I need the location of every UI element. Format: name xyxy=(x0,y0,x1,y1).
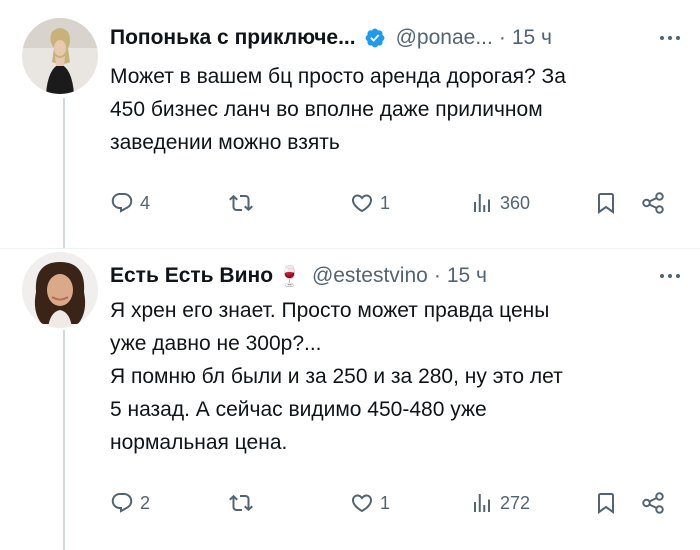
tweet-header: Попонька с приключе... @ponae... · 15 ч xyxy=(110,24,680,52)
timestamp[interactable]: 15 ч xyxy=(447,264,487,288)
views-chart-icon xyxy=(474,194,490,212)
reply-button[interactable]: 4 xyxy=(110,186,150,220)
like-button[interactable]: 1 xyxy=(350,186,390,220)
views-button[interactable]: 272 xyxy=(470,486,530,520)
author-name[interactable]: Попонька с приключе... xyxy=(110,26,356,50)
views-count: 360 xyxy=(500,192,531,213)
wine-glass-emoji: 🍷 xyxy=(277,265,302,288)
thread-connector-line xyxy=(63,330,65,550)
tweet-text: Я хрен его знает. Просто может правда це… xyxy=(110,299,563,454)
reply-count: 2 xyxy=(140,492,151,513)
tweet-header: Есть Есть Вино 🍷 @estestvino · 15 ч xyxy=(110,262,680,290)
heart-icon xyxy=(351,494,373,513)
author-handle[interactable]: @estestvino xyxy=(312,264,428,288)
retweet-icon xyxy=(229,194,253,212)
tweet-actions: 2 1 272 xyxy=(110,486,680,520)
avatar[interactable] xyxy=(22,18,98,94)
bookmark-icon xyxy=(598,493,614,514)
retweet-icon xyxy=(229,494,253,512)
reply-icon xyxy=(111,493,133,513)
like-button[interactable]: 1 xyxy=(350,486,390,520)
reply-button[interactable]: 2 xyxy=(110,486,150,520)
avatar[interactable] xyxy=(22,252,98,328)
tweet-divider xyxy=(0,248,700,249)
tweet[interactable]: Попонька с приключе... @ponae... · 15 ч … xyxy=(0,0,700,248)
author-name[interactable]: Есть Есть Вино xyxy=(110,264,273,288)
reply-count: 4 xyxy=(140,192,151,213)
like-count: 1 xyxy=(380,492,391,513)
thread: Попонька с приключе... @ponae... · 15 ч … xyxy=(0,0,700,550)
tweet-text: Может в вашем бц просто аренда дорогая? … xyxy=(110,65,566,154)
share-button[interactable] xyxy=(640,186,666,220)
share-icon xyxy=(642,192,664,214)
share-icon xyxy=(642,492,664,514)
reply-icon xyxy=(111,193,133,213)
views-count: 272 xyxy=(500,492,531,513)
separator-dot: · xyxy=(498,26,506,49)
timestamp[interactable]: 15 ч xyxy=(512,26,552,50)
tweet-actions: 4 1 360 xyxy=(110,186,680,220)
more-options-icon[interactable] xyxy=(660,24,680,52)
author-handle[interactable]: @ponae... xyxy=(396,26,493,50)
heart-icon xyxy=(351,194,373,213)
like-count: 1 xyxy=(380,192,391,213)
verified-badge-icon xyxy=(364,27,386,49)
retweet-button[interactable] xyxy=(228,486,260,520)
thread-connector-line xyxy=(63,98,65,248)
bookmark-icon xyxy=(598,193,614,214)
more-options-icon[interactable] xyxy=(660,262,680,290)
share-button[interactable] xyxy=(640,486,666,520)
views-chart-icon xyxy=(474,494,490,512)
bookmark-button[interactable] xyxy=(594,486,618,520)
views-button[interactable]: 360 xyxy=(470,186,530,220)
bookmark-button[interactable] xyxy=(594,186,618,220)
separator-dot: · xyxy=(433,264,441,287)
retweet-button[interactable] xyxy=(228,186,260,220)
